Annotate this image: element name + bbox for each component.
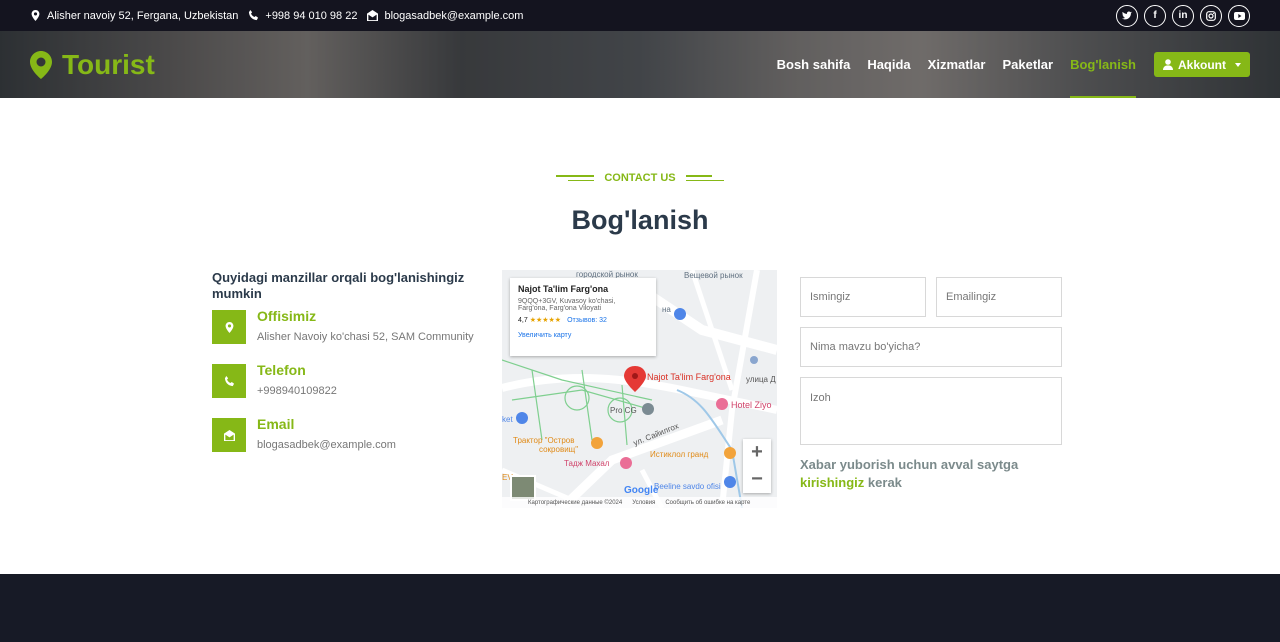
- eyebrow-text: CONTACT US: [604, 172, 676, 184]
- map-marker-icon: [31, 10, 40, 21]
- phone-contact: Telefon +998940109822: [212, 362, 337, 398]
- enlarge-map-link[interactable]: Увеличить карту: [518, 332, 648, 339]
- main-menu: Bosh sahifa Haqida Xizmatlar Paketlar Bo…: [760, 31, 1250, 98]
- zoom-out-button[interactable]: −: [751, 468, 763, 491]
- map-data-credit: Картографические данные ©2024: [528, 499, 623, 506]
- email-address: blogasadbek@example.com: [257, 439, 396, 451]
- map-label: Вещевой рынок: [684, 271, 743, 280]
- youtube-icon[interactable]: [1228, 4, 1250, 27]
- address-info: Alisher navoiy 52, Fergana, Uzbekistan: [30, 10, 238, 22]
- email-field[interactable]: Emailingiz: [936, 277, 1062, 317]
- footer: [0, 574, 1280, 642]
- map-label: Истиклол гранд: [650, 450, 709, 459]
- top-bar: Alisher navoiy 52, Fergana, Uzbekistan +…: [0, 0, 1280, 31]
- office-title: Offisimiz: [257, 308, 317, 324]
- place-address-2: Farg'ona, Farg'ona Viloyati: [518, 305, 602, 312]
- email-info: blogasadbek@example.com: [367, 10, 523, 22]
- email-text: blogasadbek@example.com: [384, 9, 524, 22]
- contact-intro: Quyidagi manzillar orqali bog'lanishingi…: [212, 270, 465, 301]
- user-icon: [1163, 59, 1173, 70]
- phone-icon: [212, 364, 246, 398]
- place-name: Najot Ta'lim Farg'ona: [518, 284, 609, 294]
- subject-field[interactable]: Nima mavzu bo'yicha?: [800, 327, 1062, 367]
- map-label: на: [662, 305, 671, 314]
- phone-title: Telefon: [257, 362, 306, 378]
- nav-item-services[interactable]: Xizmatlar: [928, 31, 986, 98]
- map-label: Тадж Махал: [564, 459, 610, 468]
- map-place-card: Najot Ta'lim Farg'ona 9QQQ+3GV, Kuvasoy …: [510, 278, 656, 356]
- star-rating-icon: ★★★★★: [529, 317, 562, 324]
- office-info: Offisimiz Alisher Navoiy ko'chasi 52, SAM…: [212, 308, 474, 344]
- navbar: Tourist Bosh sahifa Haqida Xizmatlar Pak…: [0, 31, 1280, 98]
- phone-number: +998940109822: [257, 385, 337, 397]
- account-label: Akkount: [1178, 57, 1226, 72]
- place-address-1: 9QQQ+3GV, Kuvasoy ko'chasi,: [518, 298, 616, 305]
- map-terms-link[interactable]: Условия: [632, 500, 655, 506]
- envelope-open-icon: [212, 418, 246, 452]
- linkedin-icon[interactable]: in: [1172, 4, 1194, 27]
- map-label: Трактор "Остров: [513, 436, 575, 445]
- nav-item-contact[interactable]: Bog'lanish: [1070, 31, 1136, 98]
- google-map[interactable]: городской рынок Вещевой рынок Najot Ta'l…: [502, 270, 777, 508]
- brand-name: Tourist: [62, 48, 155, 80]
- map-label: сокровищ": [539, 445, 579, 454]
- page-title: Bog'lanish: [571, 205, 709, 235]
- map-footer: Картографические данные ©2024 Условия Со…: [502, 497, 777, 508]
- facebook-icon[interactable]: f: [1144, 4, 1166, 27]
- chevron-down-icon: [1235, 62, 1241, 67]
- nav-item-packages[interactable]: Paketlar: [1002, 31, 1053, 98]
- map-marker-icon: [212, 310, 246, 344]
- phone-text: +998 94 010 98 22: [265, 9, 358, 22]
- twitter-icon[interactable]: [1116, 4, 1138, 27]
- map-label-pin: Najot Ta'lim Farg'ona: [647, 372, 731, 382]
- name-field[interactable]: Ismingiz: [800, 277, 926, 317]
- nav-item-about[interactable]: Haqida: [867, 31, 910, 98]
- reviews-link[interactable]: Отзывов: 32: [567, 317, 607, 324]
- office-address: Alisher Navoiy ko'chasi 52, SAM Communit…: [257, 331, 474, 343]
- divider-lines-right: [685, 175, 724, 181]
- map-label: Pro CG: [610, 406, 637, 415]
- zoom-in-button[interactable]: +: [751, 441, 763, 464]
- map-marker-icon: [30, 50, 52, 79]
- map-zoom-controls: + −: [743, 439, 771, 493]
- email-contact: Email blogasadbek@example.com: [212, 416, 396, 452]
- map-label: Hotel Ziyo: [731, 400, 772, 410]
- envelope-open-icon: [367, 10, 379, 21]
- divider-lines-left: [556, 175, 595, 181]
- phone-info: +998 94 010 98 22: [248, 10, 357, 22]
- place-rating: 4,7 ★★★★★ Отзывов: 32: [518, 316, 648, 324]
- address-text: Alisher navoiy 52, Fergana, Uzbekistan: [47, 9, 239, 22]
- phone-icon: [249, 10, 259, 21]
- rating-value: 4,7: [518, 317, 528, 324]
- section-eyebrow: CONTACT US: [0, 172, 1280, 184]
- note-text-after: kerak: [867, 475, 902, 490]
- message-textarea[interactable]: Izoh: [800, 377, 1062, 445]
- email-title: Email: [257, 416, 295, 432]
- nav-item-home[interactable]: Bosh sahifa: [777, 31, 851, 98]
- brand-logo[interactable]: Tourist: [30, 49, 155, 81]
- note-text-before: Xabar yuborish uchun avval saytga: [800, 457, 1019, 472]
- map-report-link[interactable]: Сообщить об ошибке на карте: [665, 500, 750, 506]
- login-note: Xabar yuborish uchun avval saytga kirish…: [800, 456, 1070, 492]
- login-link[interactable]: kirishingiz: [800, 475, 864, 490]
- social-links: f in: [1116, 4, 1250, 27]
- map-label: Beeline savdo ofisi: [654, 482, 721, 491]
- map-label: ket: [502, 415, 513, 424]
- map-label: улица Д: [746, 375, 776, 384]
- account-dropdown-button[interactable]: Akkount: [1154, 52, 1250, 77]
- instagram-icon[interactable]: [1200, 4, 1222, 27]
- google-logo: Google: [624, 485, 659, 496]
